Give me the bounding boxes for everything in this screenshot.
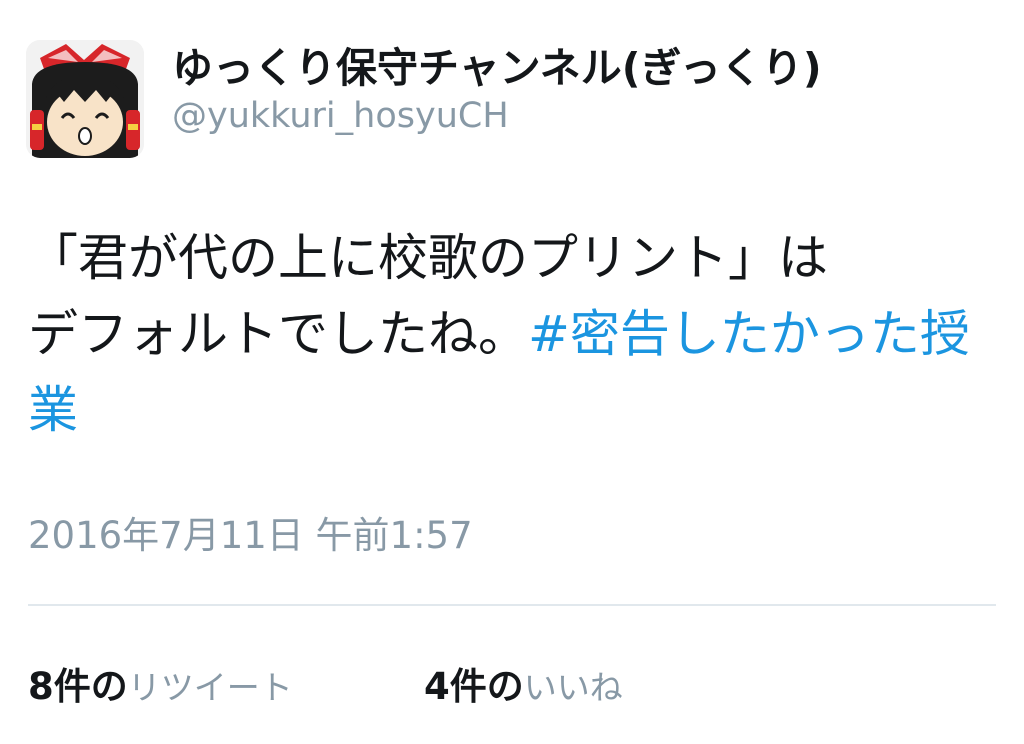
display-name[interactable]: ゆっくり保守チャンネル(ぎっくり) — [172, 34, 822, 94]
tweet-card: ゆっくり保守チャンネル(ぎっくり) @yukkuri_hosyuCH 「君が代の… — [0, 0, 1024, 744]
yukkuri-character-avatar-icon[interactable] — [26, 40, 144, 158]
likes-count: 4件の — [424, 665, 524, 708]
tweet-stats: 8件のリツイート 4件のいいね — [28, 656, 996, 712]
tweet-text-line: デフォルトでしたね。​#密告したかった授業 — [28, 296, 988, 448]
tweet-timestamp[interactable]: 2016年7月11日 午前1:57 — [28, 505, 473, 559]
likes-label: いいね — [523, 668, 623, 707]
retweets-stat[interactable]: 8件のリツイート — [28, 656, 293, 710]
retweets-label: リツイート — [127, 668, 293, 707]
divider — [28, 604, 996, 606]
user-handle[interactable]: @yukkuri_hosyuCH — [172, 96, 509, 136]
likes-stat[interactable]: 4件のいいね — [424, 656, 623, 710]
tweet-text-line: 「君が代の上に校歌のプリント」は — [28, 229, 828, 287]
tweet-text-segment: デフォルトでしたね。 — [28, 305, 528, 363]
tweet-header: ゆっくり保守チャンネル(ぎっくり) @yukkuri_hosyuCH — [26, 30, 1006, 158]
tweet-text: 「君が代の上に校歌のプリント」は デフォルトでしたね。​#密告したかった授業 — [28, 220, 988, 448]
retweets-count: 8件の — [28, 665, 128, 708]
